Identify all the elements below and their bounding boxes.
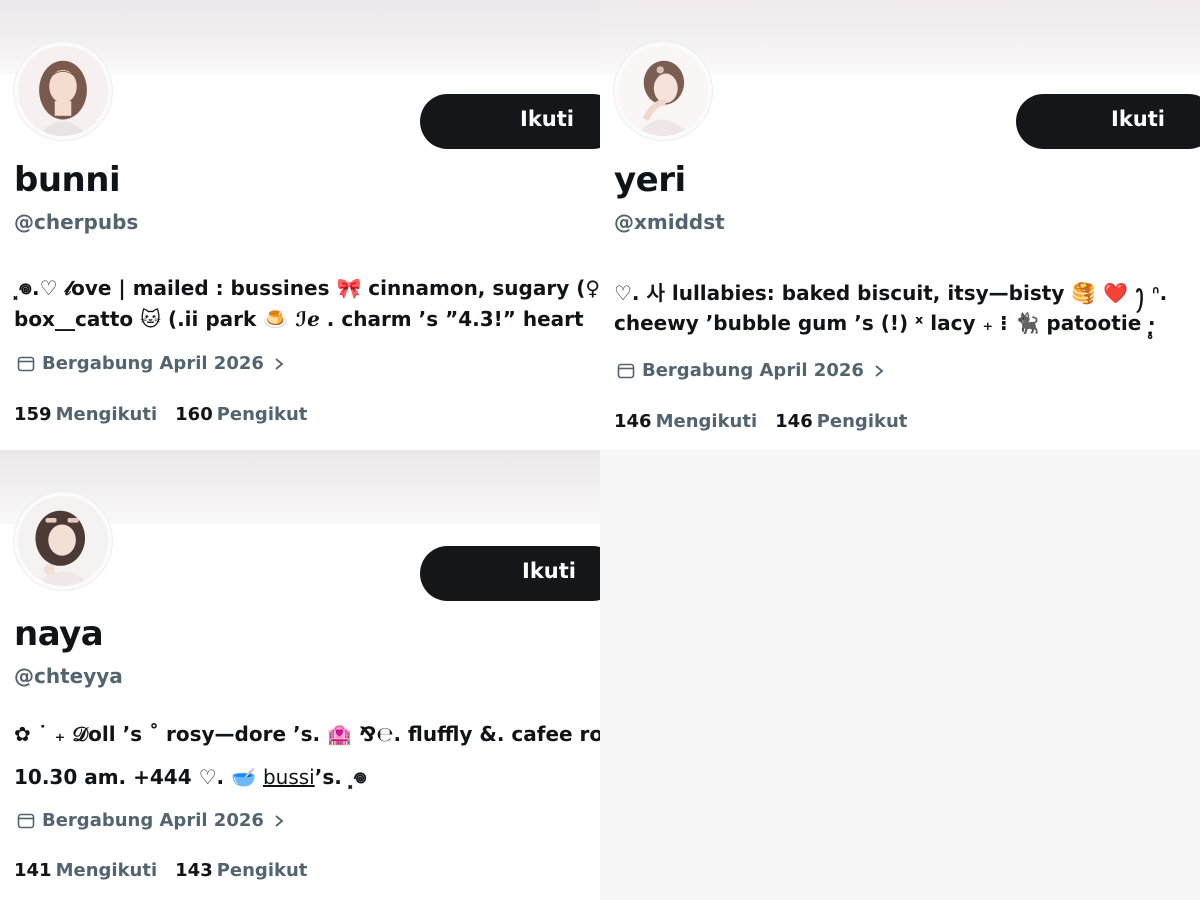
calendar-icon	[16, 811, 36, 831]
follow-button[interactable]: Ikuti	[420, 94, 600, 149]
following-link[interactable]: 141 Mengikuti	[14, 860, 157, 881]
join-date[interactable]: Bergabung April 2026	[16, 810, 286, 831]
follow-stats: 159 Mengikuti 160 Pengikut	[14, 404, 307, 425]
chevron-right-icon	[272, 357, 286, 371]
display-name: bunni	[14, 160, 121, 200]
bio-line: ♡. 사 lullabies: baked biscuit, itsy—bist…	[614, 281, 1168, 305]
display-name: naya	[14, 614, 104, 654]
chevron-right-icon	[272, 814, 286, 828]
bio-line: 10.30 am. +444 ♡. 🥣 bussi’s. ⸼𖦹	[14, 765, 367, 789]
join-date[interactable]: Bergabung April 2026	[16, 353, 286, 374]
profile-card-naya: Ikuti naya @chteyya ✿ ˙ ₊ 𝒟oll ’s ˚ rosy…	[0, 450, 600, 900]
bussi-link[interactable]: bussi	[263, 765, 315, 789]
avatar[interactable]	[14, 492, 112, 590]
bio-line: cheewy ’bubble gum ’s (!) ˣ lacy ₊ ⁝ 🐈‍⬛…	[614, 311, 1156, 335]
follow-button[interactable]: Ikuti	[420, 546, 600, 601]
join-date-label: Bergabung April 2026	[42, 353, 264, 374]
profile-card-bunni: Ikuti bunni @cherpubs ⸼𖦹.♡ 𝓁ove | mailed…	[0, 0, 600, 450]
chevron-right-icon	[872, 364, 886, 378]
username-handle: @cherpubs	[14, 210, 139, 234]
profile-card-yeri: Ikuti yeri @xmiddst ♡. 사 lullabies: bake…	[600, 0, 1200, 450]
follow-button[interactable]: Ikuti	[1016, 94, 1200, 149]
username-handle: @xmiddst	[614, 210, 725, 234]
bio-line: ⸼𖦹.♡ 𝓁ove | mailed : bussines 🎀 cinnamon…	[14, 276, 600, 300]
join-date-label: Bergabung April 2026	[42, 810, 264, 831]
calendar-icon	[16, 354, 36, 374]
following-link[interactable]: 146 Mengikuti	[614, 411, 757, 432]
following-link[interactable]: 159 Mengikuti	[14, 404, 157, 425]
join-date-label: Bergabung April 2026	[642, 360, 864, 381]
follow-stats: 141 Mengikuti 143 Pengikut	[14, 860, 307, 881]
followers-link[interactable]: 146 Pengikut	[775, 411, 907, 432]
display-name: yeri	[614, 160, 686, 200]
calendar-icon	[616, 361, 636, 381]
follow-stats: 146 Mengikuti 146 Pengikut	[614, 411, 907, 432]
bio-line: box__catto 🐱 (.ii park 🍮 ℐℯ . charm ’s ”…	[14, 307, 584, 331]
join-date[interactable]: Bergabung April 2026	[616, 360, 886, 381]
followers-link[interactable]: 160 Pengikut	[175, 404, 307, 425]
followers-link[interactable]: 143 Pengikut	[175, 860, 307, 881]
username-handle: @chteyya	[14, 664, 123, 688]
bio-line: ✿ ˙ ₊ 𝒟oll ’s ˚ rosy—dore ’s. 🏩 ⅋℮. fluf…	[14, 722, 600, 746]
avatar[interactable]	[614, 42, 712, 140]
avatar[interactable]	[14, 42, 112, 140]
empty-area	[600, 450, 1200, 900]
